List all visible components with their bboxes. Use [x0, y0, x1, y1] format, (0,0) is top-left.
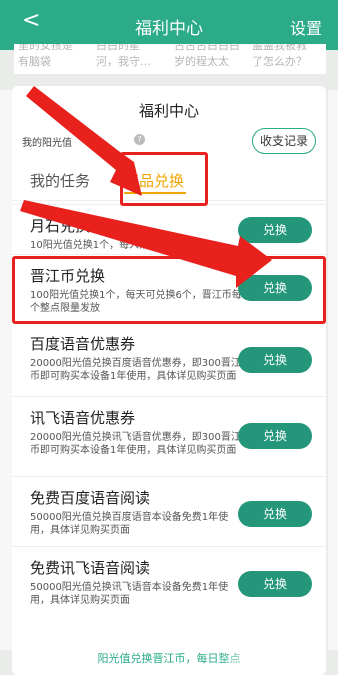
- annotation-arrow-lower: [20, 200, 272, 288]
- annotation-arrows: [20, 86, 272, 288]
- annotation-arrow-upper: [26, 86, 142, 196]
